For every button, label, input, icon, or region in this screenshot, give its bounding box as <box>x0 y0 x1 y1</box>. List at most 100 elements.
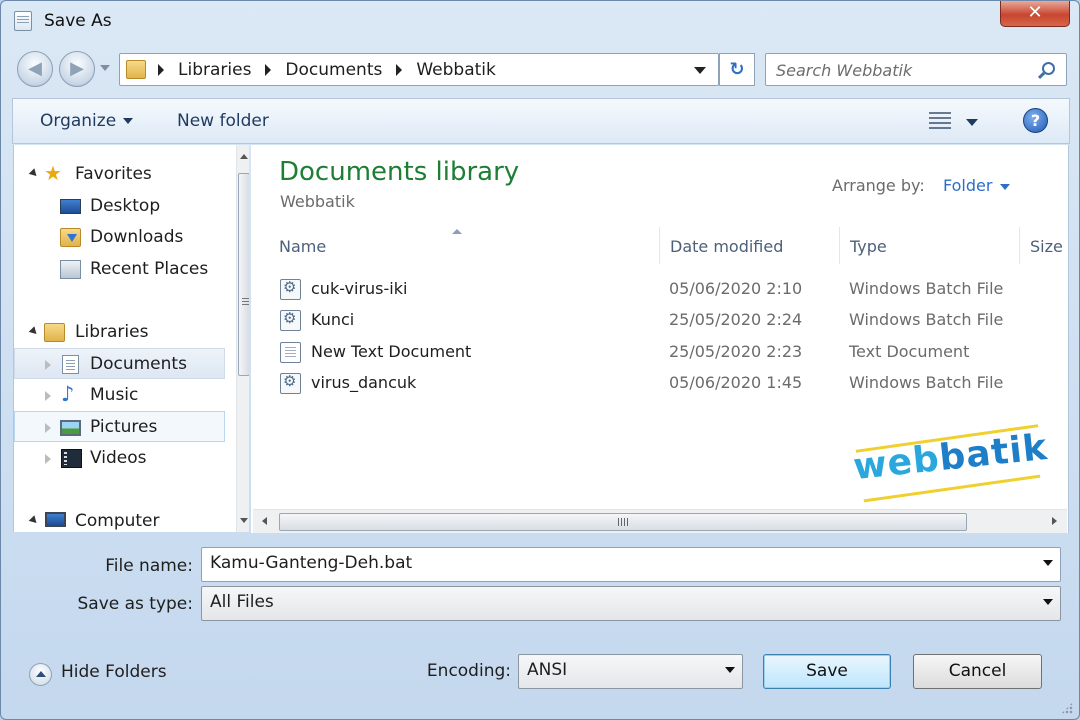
collapsed-arrow-icon[interactable] <box>45 360 51 370</box>
breadcrumb-documents[interactable]: Documents <box>285 60 382 80</box>
command-toolbar: Organize New folder ? <box>12 98 1070 144</box>
expand-arrow-icon[interactable] <box>28 168 40 179</box>
file-date: 05/06/2020 2:10 <box>669 279 803 298</box>
file-date: 05/06/2020 1:45 <box>669 373 803 392</box>
column-header-type[interactable]: Type <box>840 227 1020 264</box>
breadcrumb: Libraries Documents Webbatik <box>158 60 510 80</box>
batch-file-icon <box>280 309 301 331</box>
window-title: Save As <box>44 11 112 31</box>
nav-desktop-label: Desktop <box>90 196 161 216</box>
grip-icon <box>242 298 249 307</box>
nav-downloads-label: Downloads <box>90 227 184 247</box>
address-dropdown-icon[interactable] <box>694 67 706 74</box>
nav-music[interactable]: ♪ Music <box>14 380 225 411</box>
file-row[interactable]: Kunci 25/05/2020 2:24 Windows Batch File <box>277 306 1047 336</box>
chevron-up-icon[interactable] <box>29 663 52 686</box>
nav-scrollbar[interactable] <box>236 145 249 532</box>
back-button[interactable]: ◀ <box>17 51 53 87</box>
nav-computer[interactable]: Computer <box>14 506 225 532</box>
nav-libraries[interactable]: Libraries <box>14 317 225 348</box>
chevron-down-icon[interactable] <box>1043 599 1053 605</box>
scroll-left-icon[interactable] <box>262 517 267 525</box>
refresh-button[interactable]: ↻ <box>719 53 755 86</box>
address-bar[interactable]: Libraries Documents Webbatik <box>119 53 719 86</box>
file-list-hscrollbar[interactable] <box>253 509 1067 533</box>
breadcrumb-separator-icon[interactable] <box>265 64 272 76</box>
nav-favorites[interactable]: ★ Favorites <box>14 159 225 190</box>
nav-desktop[interactable]: Desktop <box>14 191 225 222</box>
file-name: Kunci <box>311 310 355 329</box>
file-name: cuk-virus-iki <box>311 279 408 298</box>
column-header-name[interactable]: Name <box>269 227 660 264</box>
organize-button[interactable]: Organize <box>40 111 134 131</box>
watermark-text-part2: batik <box>937 426 1050 480</box>
nav-libraries-label: Libraries <box>75 322 149 342</box>
breadcrumb-libraries[interactable]: Libraries <box>178 60 251 80</box>
hide-folders-button[interactable]: Hide Folders <box>61 662 167 682</box>
file-row[interactable]: cuk-virus-iki 05/06/2020 2:10 Windows Ba… <box>277 275 1047 305</box>
file-name: New Text Document <box>311 342 472 361</box>
recent-places-icon <box>60 260 81 279</box>
cancel-button[interactable]: Cancel <box>913 654 1042 689</box>
organize-label: Organize <box>40 111 117 131</box>
file-name-label: File name: <box>105 556 193 576</box>
help-icon[interactable]: ? <box>1023 108 1048 133</box>
nav-documents[interactable]: Documents <box>14 348 225 379</box>
expand-arrow-icon[interactable] <box>28 515 40 526</box>
new-folder-button[interactable]: New folder <box>177 111 269 131</box>
encoding-value: ANSI <box>527 660 568 680</box>
file-date: 25/05/2020 2:23 <box>669 342 803 361</box>
documents-icon <box>62 355 79 374</box>
arrange-by-dropdown[interactable]: Folder <box>943 176 1011 195</box>
scroll-up-icon[interactable] <box>240 154 248 159</box>
sort-ascending-icon <box>452 229 462 234</box>
arrange-by-label: Arrange by: <box>832 176 925 195</box>
file-name-combobox[interactable]: Kamu-Ganteng-Deh.bat <box>201 547 1061 582</box>
breadcrumb-webbatik[interactable]: Webbatik <box>416 60 496 80</box>
chevron-down-icon <box>1000 183 1011 190</box>
computer-icon <box>45 512 66 527</box>
collapsed-arrow-icon[interactable] <box>45 454 51 464</box>
save-button[interactable]: Save <box>763 654 891 689</box>
scroll-down-icon[interactable] <box>240 518 248 523</box>
nav-pictures[interactable]: Pictures <box>14 411 225 442</box>
file-type: Windows Batch File <box>849 310 1004 329</box>
nav-downloads[interactable]: Downloads <box>14 222 225 253</box>
encoding-select[interactable]: ANSI <box>518 654 743 689</box>
search-input[interactable] <box>776 58 1026 82</box>
downloads-folder-icon <box>60 228 81 247</box>
close-button[interactable]: ✕ <box>1000 1 1070 27</box>
search-icon[interactable] <box>1042 62 1055 75</box>
chevron-down-icon <box>123 118 134 124</box>
save-as-type-select[interactable]: All Files <box>201 586 1061 621</box>
encoding-label: Encoding: <box>426 661 511 681</box>
folder-icon <box>126 60 146 79</box>
scroll-thumb[interactable] <box>238 173 249 376</box>
file-row[interactable]: New Text Document 25/05/2020 2:23 Text D… <box>277 338 1047 368</box>
resize-grip-icon[interactable] <box>1061 702 1073 714</box>
star-icon: ★ <box>44 161 62 185</box>
search-box[interactable] <box>765 53 1067 86</box>
file-row[interactable]: virus_dancuk 05/06/2020 1:45 Windows Bat… <box>277 369 1047 399</box>
scroll-thumb[interactable] <box>279 513 967 531</box>
breadcrumb-separator-icon[interactable] <box>396 64 403 76</box>
file-type: Windows Batch File <box>849 279 1004 298</box>
nav-computer-label: Computer <box>75 511 160 531</box>
nav-pictures-label: Pictures <box>90 417 158 437</box>
nav-recent-places[interactable]: Recent Places <box>14 254 225 285</box>
breadcrumb-separator-icon[interactable] <box>158 64 164 76</box>
collapsed-arrow-icon[interactable] <box>45 391 51 401</box>
expand-arrow-icon[interactable] <box>28 326 40 337</box>
column-header-date[interactable]: Date modified <box>660 227 840 264</box>
chevron-down-icon[interactable] <box>1043 560 1053 566</box>
view-options-dropdown-icon[interactable] <box>966 119 978 126</box>
file-name-input[interactable]: Kamu-Ganteng-Deh.bat <box>210 553 412 573</box>
column-header-size[interactable]: Size <box>1020 227 1068 264</box>
nav-videos[interactable]: Videos <box>14 443 225 474</box>
collapsed-arrow-icon[interactable] <box>45 423 51 433</box>
chevron-down-icon[interactable] <box>725 667 735 673</box>
scroll-right-icon[interactable] <box>1052 517 1057 525</box>
view-details-icon[interactable] <box>929 112 951 130</box>
recent-pages-dropdown[interactable] <box>100 65 110 71</box>
forward-button[interactable]: ▶ <box>59 51 95 87</box>
